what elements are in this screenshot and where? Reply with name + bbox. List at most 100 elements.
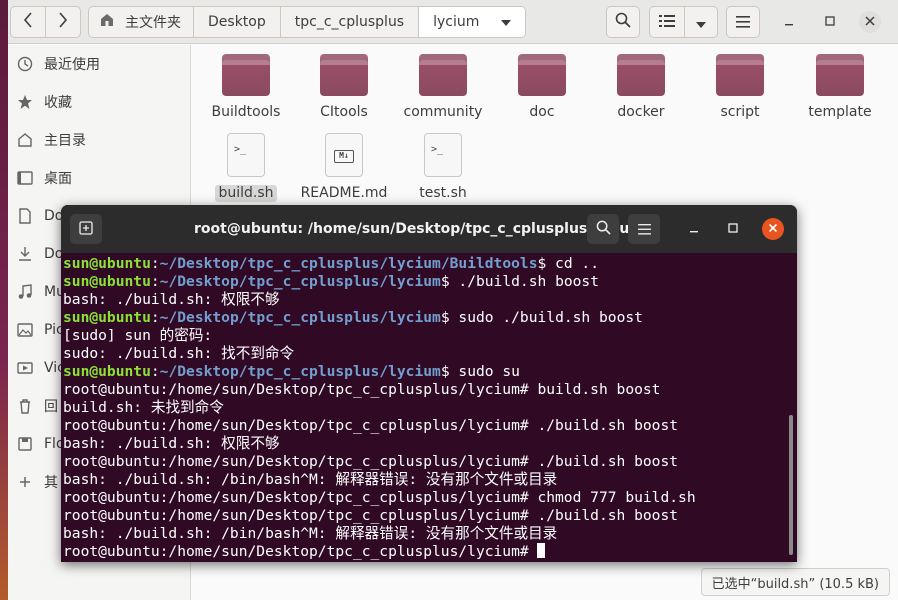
prompt-user: sun@ubuntu	[63, 363, 151, 380]
breadcrumb-label: 主文件夹	[125, 15, 181, 31]
desktop-icon	[16, 169, 34, 187]
sidebar-item[interactable]: 收藏	[8, 83, 190, 121]
folder-item[interactable]: community	[393, 45, 493, 121]
folder-name: community	[403, 104, 483, 120]
sidebar-item-label: 回	[44, 399, 58, 415]
output-text: bash: ./build.sh: 权限不够	[63, 291, 280, 308]
home-icon	[16, 131, 34, 149]
terminal-line: sudo: ./build.sh: 找不到命令	[63, 345, 797, 363]
folder-name: CItools	[320, 104, 368, 120]
sidebar-item-label: 桌面	[44, 171, 72, 187]
folder-icon	[320, 54, 368, 96]
file-item[interactable]: M↓ README.md	[294, 125, 394, 202]
prompt-path: ~/Desktop/tpc_c_cplusplus/lycium	[159, 273, 441, 290]
terminal-menu-button[interactable]	[628, 214, 660, 244]
terminal-line: root@ubuntu:/home/sun/Desktop/tpc_c_cplu…	[63, 453, 797, 471]
folder-item[interactable]: CItools	[294, 45, 394, 121]
folder-item[interactable]: docker	[591, 45, 691, 121]
breadcrumb-label: lycium	[433, 14, 480, 30]
document-icon	[16, 207, 34, 225]
breadcrumb-current[interactable]: lycium	[419, 7, 526, 37]
terminal-search-button[interactable]	[587, 214, 619, 244]
search-icon	[596, 220, 611, 239]
minimize-button[interactable]	[778, 11, 800, 33]
output-text: bash: ./build.sh: /bin/bash^M: 解释器错误: 没有…	[63, 471, 558, 488]
terminal-line: root@ubuntu:/home/sun/Desktop/tpc_c_cplu…	[63, 417, 797, 435]
terminal-line: sun@ubuntu:~/Desktop/tpc_c_cplusplus/lyc…	[63, 273, 797, 291]
minimize-icon	[784, 15, 794, 29]
search-button[interactable]	[606, 6, 640, 38]
hamburger-menu-button[interactable]	[726, 6, 760, 38]
selection-status: 已选中“build.sh” (10.5 kB)	[700, 568, 890, 596]
terminal-line: sun@ubuntu:~/Desktop/tpc_c_cplusplus/lyc…	[63, 309, 797, 327]
prompt-colon: :	[150, 363, 160, 380]
back-button[interactable]	[10, 6, 46, 38]
prompt-command: $ cd ..	[537, 255, 599, 272]
terminal-line: bash: ./build.sh: /bin/bash^M: 解释器错误: 没有…	[63, 471, 797, 489]
folder-icon	[617, 54, 665, 96]
close-icon	[865, 15, 875, 29]
view-mode-button[interactable]	[649, 6, 685, 38]
breadcrumb-tpc[interactable]: tpc_c_cplusplus	[281, 7, 420, 37]
chevron-right-icon	[58, 12, 68, 32]
sidebar-item[interactable]: 最近使用	[8, 45, 190, 83]
folder-item[interactable]: Buildtools	[196, 45, 296, 121]
sidebar-item[interactable]: 桌面	[8, 159, 190, 197]
sidebar-item-label: 主目录	[44, 133, 86, 149]
terminal-line: [sudo] sun 的密码:	[63, 327, 797, 345]
minimize-icon	[689, 222, 699, 236]
folder-icon	[816, 54, 864, 96]
terminal-line: sun@ubuntu:~/Desktop/tpc_c_cplusplus/lyc…	[63, 363, 797, 381]
terminal-line: root@ubuntu:/home/sun/Desktop/tpc_c_cplu…	[63, 381, 797, 399]
terminal-minimize-button[interactable]	[683, 218, 705, 240]
folder-name: Buildtools	[211, 104, 281, 120]
close-button[interactable]	[859, 11, 881, 33]
file-name: README.md	[300, 185, 388, 201]
prompt-command: $ sudo su	[440, 363, 520, 380]
output-text: bash: ./build.sh: 权限不够	[63, 435, 280, 452]
close-icon	[768, 222, 778, 236]
breadcrumb: 主文件夹 Desktop tpc_c_cplusplus lycium	[88, 6, 527, 38]
output-text: root@ubuntu:/home/sun/Desktop/tpc_c_cplu…	[63, 507, 679, 524]
terminal-line: root@ubuntu:/home/sun/Desktop/tpc_c_cplu…	[63, 489, 797, 507]
terminal-line: build.sh: 未找到命令	[63, 399, 797, 417]
folder-icon	[222, 54, 270, 96]
folder-item[interactable]: doc	[492, 45, 592, 121]
terminal-maximize-button[interactable]	[722, 218, 744, 240]
sidebar-item[interactable]: 主目录	[8, 121, 190, 159]
file-name: test.sh	[419, 185, 467, 201]
maximize-button[interactable]	[819, 11, 841, 33]
terminal-output[interactable]: sun@ubuntu:~/Desktop/tpc_c_cplusplus/lyc…	[61, 253, 797, 562]
terminal-script-icon: >_	[227, 133, 265, 177]
folder-name: template	[808, 104, 872, 120]
breadcrumb-home[interactable]: 主文件夹	[89, 7, 194, 37]
breadcrumb-desktop[interactable]: Desktop	[194, 7, 281, 37]
prompt-command: $ ./build.sh boost	[440, 273, 599, 290]
caret-down-icon	[501, 14, 512, 30]
forward-button[interactable]	[45, 6, 81, 38]
file-item[interactable]: >_ build.sh	[196, 125, 296, 202]
prompt-user: sun@ubuntu	[63, 309, 151, 326]
file-item[interactable]: >_ test.sh	[393, 125, 493, 202]
prompt-user: sun@ubuntu	[63, 255, 151, 272]
folder-item[interactable]: template	[790, 45, 890, 121]
terminal-close-button[interactable]	[762, 218, 784, 240]
terminal-window: root@ubuntu: /home/sun/Desktop/tpc_c_cpl…	[61, 205, 797, 562]
prompt-path: ~/Desktop/tpc_c_cplusplus/lycium/Buildto…	[159, 255, 538, 272]
output-text: [sudo] sun 的密码:	[63, 327, 213, 344]
folder-item[interactable]: script	[690, 45, 790, 121]
output-text: root@ubuntu:/home/sun/Desktop/tpc_c_cplu…	[63, 453, 679, 470]
prompt-colon: :	[150, 255, 160, 272]
hamburger-icon	[637, 220, 651, 239]
prompt-path: ~/Desktop/tpc_c_cplusplus/lycium	[159, 363, 441, 380]
view-options-dropdown[interactable]	[684, 6, 718, 38]
markdown-icon: M↓	[325, 133, 363, 177]
output-text: root@ubuntu:/home/sun/Desktop/tpc_c_cplu…	[63, 381, 661, 398]
terminal-scrollbar[interactable]	[789, 415, 793, 555]
folder-icon	[518, 54, 566, 96]
text-cursor	[537, 543, 546, 558]
sidebar-item-label: 收藏	[44, 95, 72, 111]
output-text: root@ubuntu:/home/sun/Desktop/tpc_c_cplu…	[63, 417, 679, 434]
home-icon	[99, 12, 115, 32]
terminal-line: bash: ./build.sh: 权限不够	[63, 435, 797, 453]
